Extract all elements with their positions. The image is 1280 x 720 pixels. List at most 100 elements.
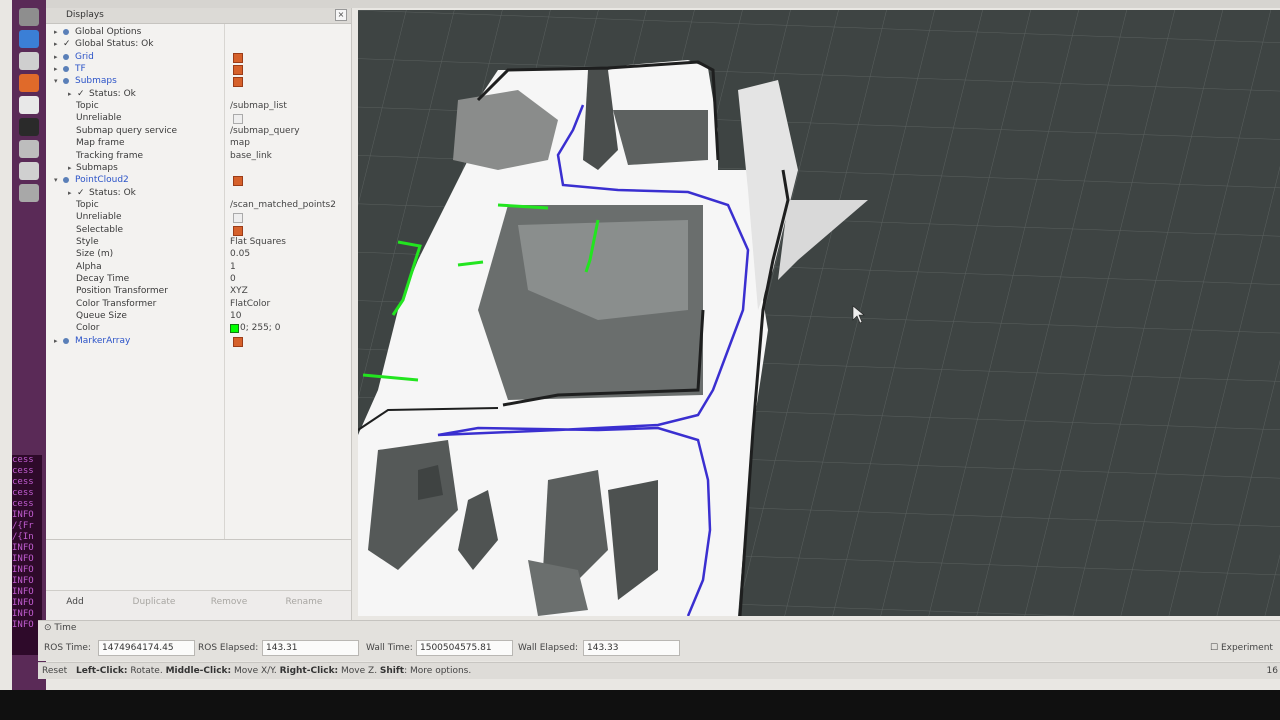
tree-row[interactable]: ▾ Submaps	[46, 75, 351, 88]
enable-checkbox[interactable]	[233, 336, 243, 347]
row-label: Color	[76, 323, 100, 334]
tree-row[interactable]: ▸ TF	[46, 63, 351, 76]
tree-row[interactable]: Submap query service/submap_query	[46, 125, 351, 137]
row-label: MarkerArray	[75, 335, 131, 346]
expand-arrow-icon[interactable]: ▸	[68, 162, 72, 174]
firefox-icon[interactable]	[19, 74, 39, 92]
fps-counter: 16	[1266, 666, 1278, 676]
tree-row[interactable]: ▾ PointCloud2	[46, 174, 351, 187]
expand-arrow-icon[interactable]: ▸	[54, 51, 58, 63]
terminal-line: INFO	[12, 554, 34, 564]
tree-row[interactable]: ▸ Grid	[46, 51, 351, 63]
row-value[interactable]: /submap_query	[230, 125, 300, 137]
tree-row[interactable]: Style Flat Squares	[46, 236, 351, 248]
toolbar	[46, 0, 1280, 8]
row-value[interactable]: Flat Squares	[230, 236, 286, 248]
row-value[interactable]: 1	[230, 261, 236, 273]
ros-time-field[interactable]: 1474964174.45	[98, 640, 195, 656]
tree-row[interactable]: Tracking frame base_link	[46, 150, 351, 162]
app-icon[interactable]	[19, 140, 39, 158]
terminal-line: /{Fr	[12, 521, 34, 531]
3d-view[interactable]	[358, 10, 1280, 616]
row-value[interactable]: 0	[230, 273, 236, 285]
rename-button[interactable]: Rename	[281, 594, 327, 610]
enable-checkbox[interactable]	[233, 77, 243, 88]
reset-button[interactable]: Reset	[42, 663, 67, 679]
description-area	[46, 540, 351, 591]
experimental-checkbox[interactable]: ☐ Experiment	[1210, 643, 1273, 653]
ros-time-label: ROS Time:	[44, 643, 91, 653]
expand-arrow-icon[interactable]: ▾	[54, 174, 58, 186]
add-button[interactable]: Add	[60, 594, 90, 610]
row-value[interactable]: FlatColor	[230, 298, 270, 310]
tree-row[interactable]: Alpha 1	[46, 261, 351, 273]
expand-arrow-icon[interactable]: ▸	[68, 88, 72, 100]
expand-arrow-icon[interactable]: ▸	[54, 63, 58, 75]
tree-row[interactable]: ▸ ✓ Status: Ok	[46, 88, 351, 100]
tree-row[interactable]: Color 0; 255; 0	[46, 322, 351, 334]
row-value[interactable]: base_link	[230, 150, 272, 162]
enable-checkbox[interactable]	[233, 225, 243, 236]
remove-button[interactable]: Remove	[206, 594, 252, 610]
rviz-icon[interactable]	[19, 162, 39, 180]
left-click-desc: Rotate.	[127, 666, 166, 676]
row-value[interactable]: 10	[230, 310, 241, 322]
expand-arrow-icon[interactable]: ▸	[54, 26, 58, 38]
trash-icon[interactable]	[19, 184, 39, 202]
row-value[interactable]: 0; 255; 0	[240, 322, 280, 334]
row-label: Submaps	[76, 162, 118, 173]
enable-checkbox[interactable]	[233, 65, 243, 76]
terminal-icon[interactable]	[19, 118, 39, 136]
files-icon[interactable]	[19, 52, 39, 70]
browser-icon[interactable]	[19, 30, 39, 48]
home-icon[interactable]	[19, 8, 39, 26]
enable-checkbox[interactable]	[233, 114, 243, 125]
tree-row[interactable]: Unreliable	[46, 112, 351, 125]
row-value[interactable]: map	[230, 137, 250, 149]
check-icon: ✓	[77, 187, 85, 198]
tree-row[interactable]: ▸ Submaps	[46, 162, 351, 174]
tree-row[interactable]: Map frame map	[46, 137, 351, 149]
row-value[interactable]: XYZ	[230, 285, 248, 297]
tree-row[interactable]: Decay Time 0	[46, 273, 351, 285]
check-icon: ✓	[77, 88, 85, 99]
wall-elapsed-field[interactable]: 143.33	[583, 640, 680, 656]
expand-arrow-icon[interactable]: ▸	[54, 38, 58, 50]
row-label: Decay Time	[76, 274, 130, 284]
tree-row[interactable]: Selectable	[46, 224, 351, 236]
tree-row[interactable]: ▸ MarkerArray	[46, 335, 351, 347]
tree-row[interactable]: ▸ Global Options	[46, 26, 351, 38]
tree-row[interactable]: ▸ ✓ Global Status: Ok	[46, 38, 351, 50]
tree-row[interactable]: Color Transformer FlatColor	[46, 298, 351, 310]
enable-checkbox[interactable]	[233, 213, 243, 224]
displays-tree[interactable]: ▸ Global Options ▸ ✓ Global Status: Ok ▸ Grid ▸…	[46, 24, 351, 540]
row-value[interactable]: /scan_matched_points2	[230, 199, 336, 211]
tree-row[interactable]: Topic/scan_matched_points2	[46, 199, 351, 211]
shift-desc: : More options.	[404, 666, 472, 676]
terminal-line: INFO	[12, 510, 34, 520]
tree-row[interactable]: Position Transformer XYZ	[46, 285, 351, 297]
expand-arrow-icon[interactable]: ▸	[68, 187, 72, 199]
enable-checkbox[interactable]	[233, 52, 243, 63]
tree-row[interactable]: Topic/submap_list	[46, 100, 351, 112]
settings-icon[interactable]	[19, 96, 39, 114]
duplicate-button[interactable]: Duplicate	[128, 594, 180, 610]
row-value[interactable]: /submap_list	[230, 100, 287, 112]
tree-row[interactable]: Queue Size 10	[46, 310, 351, 322]
row-label: Status: Ok	[89, 187, 136, 198]
expand-arrow-icon[interactable]: ▸	[54, 335, 58, 347]
tree-row[interactable]: Size (m) 0.05	[46, 248, 351, 260]
ros-elapsed-field[interactable]: 143.31	[262, 640, 359, 656]
right-click-key: Right-Click:	[279, 666, 339, 676]
terminal-line: INFO	[12, 543, 34, 553]
close-icon[interactable]: ×	[335, 9, 347, 21]
displays-title: Displays	[66, 10, 104, 20]
tree-row[interactable]: ▸ ✓ Status: Ok	[46, 187, 351, 199]
wall-time-field[interactable]: 1500504575.81	[416, 640, 513, 656]
expand-arrow-icon[interactable]: ▾	[54, 75, 58, 87]
tree-row[interactable]: Unreliable	[46, 211, 351, 224]
color-swatch[interactable]	[230, 324, 239, 334]
enable-checkbox[interactable]	[233, 176, 243, 187]
wall-time-label: Wall Time:	[366, 643, 413, 653]
row-value[interactable]: 0.05	[230, 248, 250, 260]
